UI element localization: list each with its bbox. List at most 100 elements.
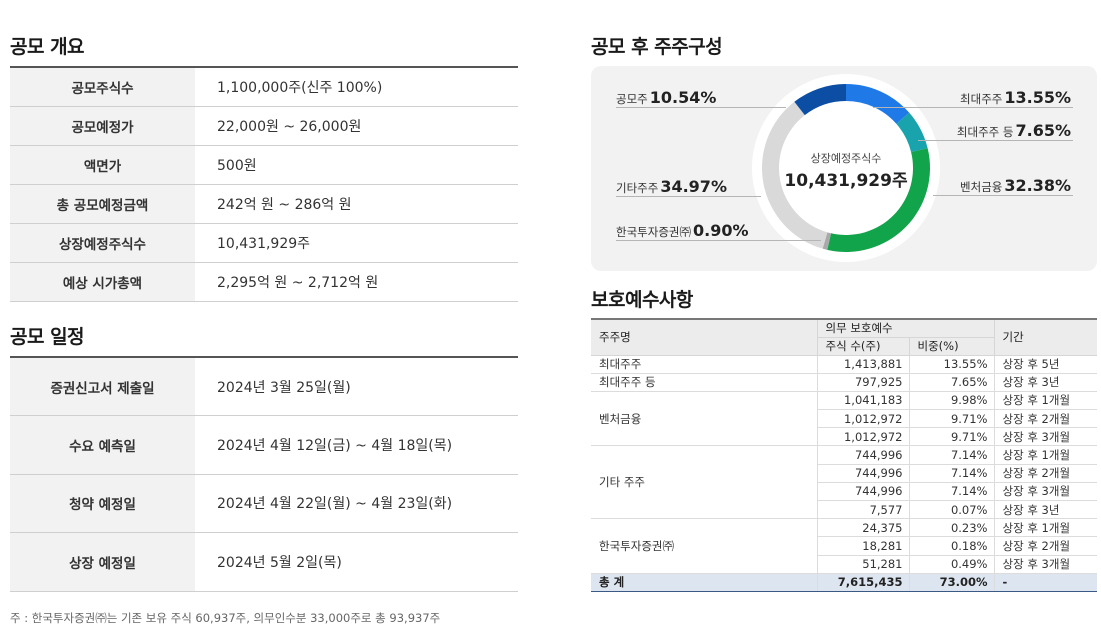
ratio-cell: 7.14% bbox=[908, 445, 994, 465]
holder-name: 기타 주주 bbox=[591, 445, 817, 520]
row-value: 500원 bbox=[195, 145, 518, 185]
label-largest-holder-etc: 최대주주 등 7.65% bbox=[957, 121, 1071, 140]
table-row: 최대주주 1,413,881 13.55% 상장 후 5년 bbox=[591, 355, 1097, 374]
lockup-title: 보호예수사항 bbox=[591, 289, 693, 311]
shareholding-card: 상장예정주식수 10,431,929주 최대주주 13.55% 최대주주 등 7.6… bbox=[591, 66, 1097, 271]
period-cell: 상장 후 3년 bbox=[993, 500, 1097, 520]
leader-line bbox=[918, 140, 1073, 141]
header-period: 기간 bbox=[993, 318, 1097, 356]
total-period: - bbox=[993, 572, 1097, 592]
period-cell: 상장 후 3개월 bbox=[993, 427, 1097, 447]
shares-cell: 1,041,183 bbox=[816, 391, 909, 411]
table-row: 청약 예정일 2024년 4월 22일(월) ~ 4월 23일(화) bbox=[10, 474, 518, 533]
leader-line bbox=[873, 107, 1073, 108]
ratio-cell: 9.71% bbox=[908, 409, 994, 429]
period-cell: 상장 후 3개월 bbox=[993, 482, 1097, 502]
row-value: 22,000원 ~ 26,000원 bbox=[195, 106, 518, 146]
schedule-table: 증권신고서 제출일 2024년 3월 25일(월) 수요 예측일 2024년 4월 … bbox=[10, 356, 518, 592]
holder-name: 최대주주 등 bbox=[591, 373, 817, 392]
row-label: 수요 예측일 bbox=[10, 415, 195, 475]
table-row: 기타 주주 744,996 7.14% 상장 후 1개월 bbox=[591, 445, 1097, 520]
table-row: 최대주주 등 797,925 7.65% 상장 후 3년 bbox=[591, 373, 1097, 392]
table-row: 상장예정주식수 10,431,929주 bbox=[10, 223, 518, 263]
ratio-cell: 7.14% bbox=[908, 482, 994, 502]
holder-name: 최대주주 bbox=[591, 355, 817, 374]
segment-name: 최대주주 bbox=[960, 92, 1003, 106]
shareholding-title: 공모 후 주주구성 bbox=[591, 36, 723, 58]
total-label: 총 계 bbox=[591, 572, 817, 592]
table-row: 총 공모예정금액 242억 원 ~ 286억 원 bbox=[10, 184, 518, 224]
total-row: 총 계 7,615,435 73.00% - bbox=[591, 572, 1097, 592]
period-cell: 상장 후 3개월 bbox=[993, 555, 1097, 574]
table-row: 수요 예측일 2024년 4월 12일(금) ~ 4월 18일(목) bbox=[10, 415, 518, 475]
period-cell: 상장 후 3년 bbox=[993, 373, 1097, 392]
row-label: 청약 예정일 bbox=[10, 474, 195, 533]
row-label: 액면가 bbox=[10, 145, 195, 185]
ratio-cell: 7.65% bbox=[908, 373, 994, 392]
total-shares: 7,615,435 bbox=[816, 572, 909, 592]
period-cell: 상장 후 2개월 bbox=[993, 409, 1097, 429]
shares-cell: 797,925 bbox=[816, 373, 909, 392]
total-ratio: 73.00% bbox=[908, 572, 994, 592]
row-label: 총 공모예정금액 bbox=[10, 184, 195, 224]
segment-pct: 34.97% bbox=[660, 177, 727, 196]
row-label: 공모주식수 bbox=[10, 66, 195, 107]
table-row: 벤처금융 1,041,183 9.98% 상장 후 1개월 bbox=[591, 391, 1097, 447]
row-value: 2,295억 원 ~ 2,712억 원 bbox=[195, 262, 518, 302]
row-value: 2024년 5월 2일(목) bbox=[195, 532, 518, 592]
table-row: 한국투자증권㈜ 24,375 0.23% 상장 후 1개월 bbox=[591, 518, 1097, 574]
overview-table: 공모주식수 1,100,000주(신주 100%) 공모예정가 22,000원 ~ … bbox=[10, 66, 518, 302]
leader-line bbox=[616, 240, 821, 241]
holder-name: 벤처금융 bbox=[591, 391, 817, 447]
period-cell: 상장 후 1개월 bbox=[993, 518, 1097, 538]
period-cell: 상장 후 5년 bbox=[993, 355, 1097, 374]
ratio-cell: 0.23% bbox=[908, 518, 994, 538]
shares-cell: 1,413,881 bbox=[816, 355, 909, 374]
leader-line bbox=[933, 195, 1073, 196]
row-label: 증권신고서 제출일 bbox=[10, 356, 195, 416]
donut-center-label: 상장예정주식수 bbox=[810, 152, 882, 165]
ratio-cell: 9.71% bbox=[908, 427, 994, 447]
header-shares: 주식 수(주) bbox=[816, 337, 909, 356]
leader-line bbox=[616, 196, 761, 197]
shares-cell: 744,996 bbox=[816, 464, 909, 483]
holder-name: 한국투자증권㈜ bbox=[591, 518, 817, 574]
segment-name: 한국투자증권㈜ bbox=[616, 225, 691, 239]
period-cell: 상장 후 2개월 bbox=[993, 536, 1097, 556]
overview-title: 공모 개요 bbox=[10, 36, 85, 58]
shares-cell: 24,375 bbox=[816, 518, 909, 538]
footnote: 주 : 한국투자증권㈜는 기존 보유 주식 60,937주, 의무인수분 33,… bbox=[10, 611, 441, 625]
table-row: 공모주식수 1,100,000주(신주 100%) bbox=[10, 66, 518, 107]
shares-cell: 7,577 bbox=[816, 500, 909, 520]
period-cell: 상장 후 2개월 bbox=[993, 464, 1097, 483]
segment-name: 벤처금융 bbox=[960, 180, 1003, 194]
shares-cell: 1,012,972 bbox=[816, 427, 909, 447]
shares-cell: 744,996 bbox=[816, 482, 909, 502]
table-row: 증권신고서 제출일 2024년 3월 25일(월) bbox=[10, 356, 518, 416]
ratio-cell: 7.14% bbox=[908, 464, 994, 483]
table-row: 상장 예정일 2024년 5월 2일(목) bbox=[10, 532, 518, 592]
row-value: 10,431,929주 bbox=[195, 223, 518, 263]
ratio-cell: 0.07% bbox=[908, 500, 994, 520]
table-row: 액면가 500원 bbox=[10, 145, 518, 185]
label-venture: 벤처금융 32.38% bbox=[960, 176, 1071, 195]
ratio-cell: 0.18% bbox=[908, 536, 994, 556]
segment-pct: 7.65% bbox=[1015, 121, 1071, 140]
segment-pct: 13.55% bbox=[1004, 88, 1071, 107]
segment-name: 최대주주 등 bbox=[956, 125, 1014, 139]
lockup-table: 주주명 의무 보호예수 기간 주식 수(주) 비중(%) 최대주주 1,413,8… bbox=[591, 318, 1097, 592]
header-lockup-group: 의무 보호예수 bbox=[816, 318, 994, 338]
label-kis: 한국투자증권㈜ 0.90% bbox=[616, 221, 749, 240]
row-label: 상장예정주식수 bbox=[10, 223, 195, 263]
label-largest-holder: 최대주주 13.55% bbox=[960, 88, 1071, 107]
segment-name: 기타주주 bbox=[616, 181, 659, 195]
header-holder: 주주명 bbox=[591, 318, 817, 356]
label-ipo-shares: 공모주 10.54% bbox=[616, 88, 716, 107]
schedule-title: 공모 일정 bbox=[10, 326, 85, 348]
shares-cell: 744,996 bbox=[816, 445, 909, 465]
period-cell: 상장 후 1개월 bbox=[993, 391, 1097, 411]
period-cell: 상장 후 1개월 bbox=[993, 445, 1097, 465]
row-label: 공모예정가 bbox=[10, 106, 195, 146]
row-value: 2024년 3월 25일(월) bbox=[195, 356, 518, 416]
row-label: 예상 시가총액 bbox=[10, 262, 195, 302]
